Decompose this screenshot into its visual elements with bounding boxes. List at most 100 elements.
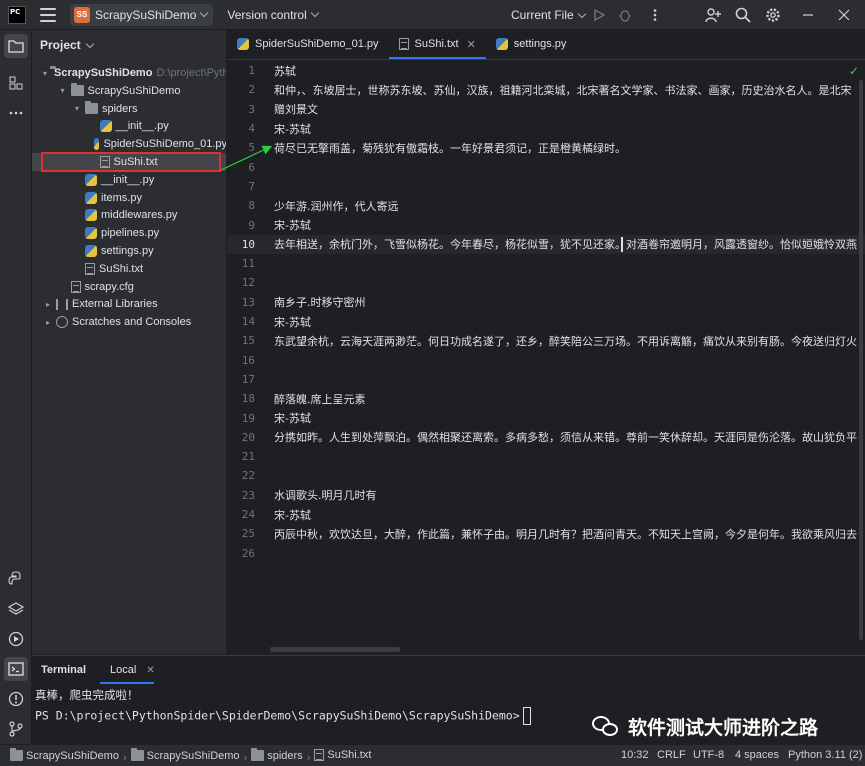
- add-user-icon[interactable]: [705, 7, 721, 23]
- more-tools-icon[interactable]: [7, 104, 25, 122]
- editor-line[interactable]: 26: [227, 544, 865, 563]
- structure-icon[interactable]: [7, 74, 25, 92]
- line-text: 醉落魄.席上呈元素: [274, 392, 366, 406]
- editor-line[interactable]: 19 宋-苏轼: [227, 408, 865, 427]
- file-encoding[interactable]: UTF-8: [693, 749, 724, 761]
- line-text: 荷尽已无擎雨盖，菊残犹有傲霜枝。一年好景君须记，正是橙黄橘绿时。: [274, 141, 626, 155]
- tree-node-label: ScrapySuShiDemo: [54, 67, 153, 79]
- expand-chevron-icon[interactable]: ▾: [43, 68, 47, 78]
- tree-node[interactable]: scrapy.cfg: [32, 278, 226, 296]
- layers-icon[interactable]: [7, 600, 25, 618]
- editor-line[interactable]: 1 苏轼: [227, 61, 865, 80]
- python-interpreter[interactable]: Python 3.11 (2): [788, 749, 862, 761]
- line-number: 21: [241, 450, 255, 464]
- breadcrumb-item[interactable]: ScrapySuShiDemo: [10, 748, 119, 762]
- tree-node[interactable]: SpiderSuShiDemo_01.py: [32, 135, 226, 153]
- tree-node[interactable]: items.py: [32, 189, 226, 207]
- editor-line[interactable]: 8 少年游.润州作，代人寄远: [227, 196, 865, 215]
- editor-line[interactable]: 9 宋-苏轼: [227, 215, 865, 234]
- breadcrumb-item[interactable]: SuShi.txt: [314, 749, 371, 761]
- editor-line[interactable]: 11: [227, 254, 865, 273]
- editor-line[interactable]: 25 丙辰中秋，欢饮达旦，大醉，作此篇，兼怀子由。明月几时有？把酒问青天。不知天上…: [227, 524, 865, 543]
- run-icon[interactable]: [591, 7, 607, 23]
- project-folder-icon[interactable]: [4, 34, 28, 58]
- editor-tab[interactable]: SpiderSuShiDemo_01.py: [227, 29, 389, 59]
- tree-node[interactable]: __init__.py: [32, 171, 226, 189]
- terminal-icon[interactable]: [4, 657, 28, 681]
- editor-line[interactable]: 20 分携如昨。人生到处萍飘泊。偶然相聚还离索。多病多愁，须信从来错。尊前一笑休辞…: [227, 428, 865, 447]
- tree-node[interactable]: ▾ spiders: [32, 100, 226, 118]
- editor-vertical-scrollbar[interactable]: [859, 80, 863, 640]
- debug-icon[interactable]: [617, 7, 633, 23]
- indent-setting[interactable]: 4 spaces: [735, 749, 779, 761]
- editor-tab[interactable]: SuShi.txt ✕: [388, 29, 487, 59]
- text-file-icon: [398, 38, 409, 50]
- python-packages-icon[interactable]: [7, 570, 25, 588]
- line-number: 14: [241, 315, 255, 329]
- editor-line[interactable]: 12: [227, 273, 865, 292]
- tree-node[interactable]: pipelines.py: [32, 224, 226, 242]
- editor-text-area[interactable]: ✓ 1 苏轼 2 和仲，、东坡居士，世称苏东坡、苏仙，汉族，祖籍河北栾城，北宋著名文学…: [227, 61, 865, 654]
- breadcrumb-separator: ›: [243, 752, 248, 764]
- editor-line[interactable]: 22: [227, 466, 865, 485]
- tree-node[interactable]: ▾ ScrapySuShiDemo D:\project\Pyth: [32, 64, 226, 82]
- version-control-menu[interactable]: Version control: [227, 8, 320, 22]
- editor-line[interactable]: 18 醉落魄.席上呈元素: [227, 389, 865, 408]
- editor-line[interactable]: 23 水调歌头.明月几时有: [227, 486, 865, 505]
- search-icon[interactable]: [735, 7, 751, 23]
- minimize-icon[interactable]: [800, 7, 816, 23]
- editor-line[interactable]: 17: [227, 370, 865, 389]
- close-session-icon[interactable]: ✕: [146, 665, 154, 676]
- caret-position[interactable]: 10:32: [621, 749, 649, 761]
- editor-line[interactable]: 13 南乡子.时移守密州: [227, 293, 865, 312]
- tree-node[interactable]: __init__.py: [32, 117, 226, 135]
- terminal-session-tab[interactable]: Local: [99, 664, 155, 684]
- tree-node[interactable]: ▸ External Libraries: [32, 295, 226, 313]
- editor-line[interactable]: 7: [227, 177, 865, 196]
- terminal-prompt-line[interactable]: PS D:\project\PythonSpider\SpiderDemo\Sc…: [35, 707, 531, 725]
- project-name: ScrapySuShiDemo: [95, 7, 197, 22]
- line-ending[interactable]: CRLF: [657, 749, 686, 761]
- editor-line[interactable]: 4 宋-苏轼: [227, 119, 865, 138]
- hamburger-menu-icon[interactable]: [40, 7, 56, 22]
- collapse-chevron-icon[interactable]: ▸: [43, 299, 53, 309]
- tree-node[interactable]: settings.py: [32, 242, 226, 260]
- settings-gear-icon[interactable]: [765, 7, 781, 23]
- problems-icon[interactable]: [7, 690, 25, 708]
- services-run-icon[interactable]: [7, 630, 25, 648]
- editor-line[interactable]: 16: [227, 351, 865, 370]
- editor-line[interactable]: 21: [227, 447, 865, 466]
- tree-node[interactable]: ▾ ScrapySuShiDemo: [32, 82, 226, 100]
- editor-line[interactable]: 2 和仲，、东坡居士，世称苏东坡、苏仙，汉族，祖籍河北栾城，北宋著名文学家、书法家…: [227, 80, 865, 99]
- editor-line[interactable]: 15 东武望余杭，云海天涯两渺茫。何日功成名遂了，还乡，醉笑陪公三万场。不用诉离觞…: [227, 331, 865, 350]
- editor-line[interactable]: 3 赠刘景文: [227, 100, 865, 119]
- collapse-chevron-icon[interactable]: ▸: [43, 317, 53, 327]
- editor-horizontal-scrollbar[interactable]: [270, 647, 400, 652]
- tree-node-label: __init__.py: [115, 120, 169, 133]
- editor-line[interactable]: 6: [227, 158, 865, 177]
- editor-line[interactable]: 10 去年相送，余杭门外，飞雪似杨花。今年春尽，杨花似雪，犹不见还家。对酒卷帘邀明…: [227, 234, 865, 254]
- run-config-selector[interactable]: Current File: [511, 0, 586, 30]
- project-switcher[interactable]: SS ScrapySuShiDemo: [70, 3, 214, 26]
- breadcrumb-item[interactable]: ScrapySuShiDemo: [130, 748, 240, 762]
- close-icon[interactable]: [836, 7, 852, 23]
- python-file-icon: [85, 227, 97, 240]
- tree-node[interactable]: SuShi.txt: [32, 260, 226, 278]
- more-actions-icon[interactable]: [647, 7, 663, 23]
- close-tab-icon[interactable]: ✕: [467, 38, 476, 51]
- tree-node[interactable]: middlewares.py: [32, 206, 226, 224]
- expand-chevron-icon[interactable]: ▾: [72, 104, 82, 114]
- expand-chevron-icon[interactable]: ▾: [58, 86, 68, 96]
- git-branch-icon[interactable]: [7, 720, 25, 738]
- breadcrumb-item[interactable]: spiders: [251, 748, 303, 762]
- python-file-icon: [94, 138, 100, 151]
- editor-line[interactable]: 14 宋-苏轼: [227, 312, 865, 331]
- editor-line[interactable]: 24 宋-苏轼: [227, 505, 865, 524]
- editor-line[interactable]: 5 荷尽已无擎雨盖，菊残犹有傲霜枝。一年好景君须记，正是橙黄橘绿时。: [227, 138, 865, 157]
- tool-window-strip: [0, 30, 32, 744]
- line-number: 9: [248, 218, 255, 232]
- tree-node[interactable]: ▸ Scratches and Consoles: [32, 313, 226, 331]
- project-panel-header[interactable]: Project: [32, 30, 226, 60]
- editor-tab[interactable]: settings.py: [486, 29, 577, 59]
- line-number: 3: [248, 102, 255, 116]
